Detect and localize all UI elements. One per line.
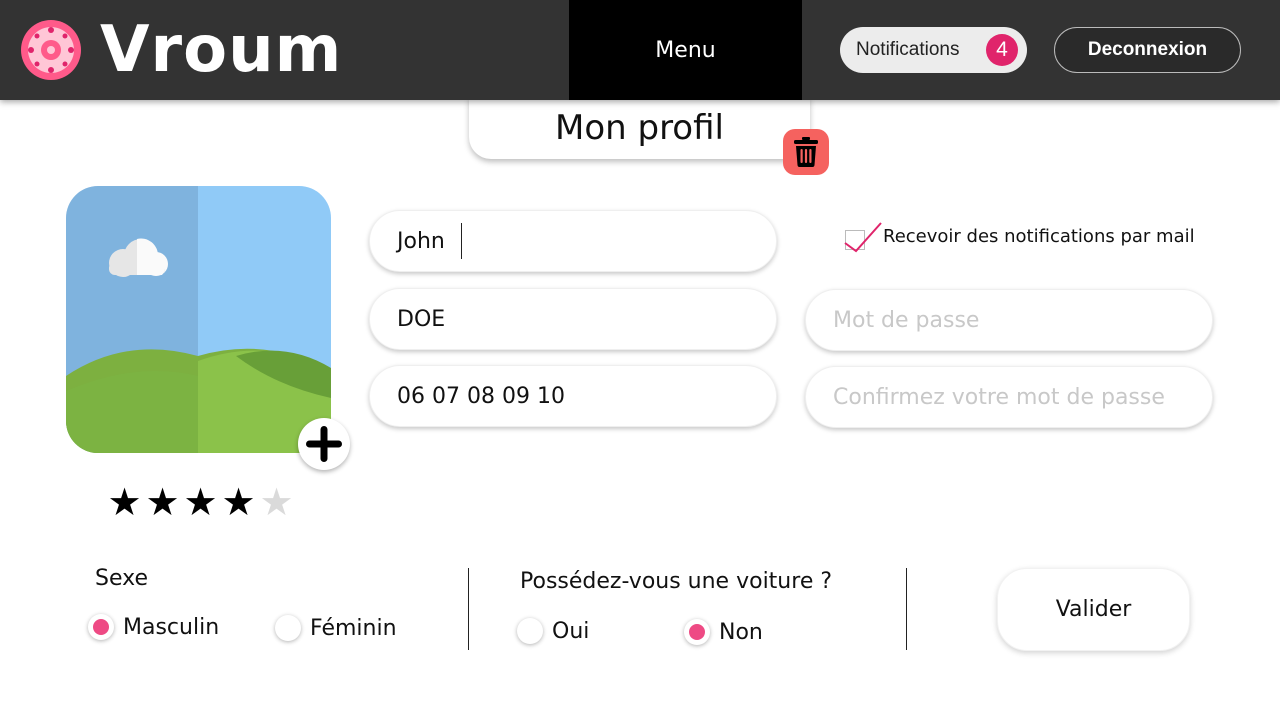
confirm-password-input[interactable]: [833, 384, 1212, 410]
user-rating: ★ ★ ★ ★ ★: [106, 480, 295, 524]
brand-name: Vroum: [100, 13, 343, 87]
radio-oui[interactable]: Oui: [517, 618, 589, 644]
page-title: Mon profil: [555, 107, 724, 148]
menu-button[interactable]: Menu: [569, 0, 802, 100]
text-cursor: [460, 223, 462, 259]
email-notifications-checkbox[interactable]: Recevoir des notifications par mail: [844, 222, 1195, 253]
checkmark-icon: [844, 222, 882, 253]
last-name-field[interactable]: DOE: [369, 288, 777, 350]
radio-label: Oui: [552, 618, 590, 644]
confirm-password-field[interactable]: [805, 366, 1213, 428]
add-photo-button[interactable]: [298, 418, 350, 470]
notifications-count-badge: 4: [986, 34, 1018, 66]
wheel-logo-icon[interactable]: [20, 19, 82, 81]
radio-indicator[interactable]: [88, 614, 114, 640]
star-filled-icon: ★: [221, 480, 256, 524]
first-name-field[interactable]: John: [369, 210, 777, 272]
star-empty-icon: ★: [259, 480, 294, 524]
password-input[interactable]: [833, 307, 1212, 333]
star-filled-icon: ★: [145, 480, 180, 524]
phone-field[interactable]: 06 07 08 09 10: [369, 365, 777, 427]
logout-button[interactable]: Deconnexion: [1054, 27, 1241, 73]
password-field[interactable]: [805, 289, 1213, 351]
star-filled-icon: ★: [183, 480, 218, 524]
radio-indicator[interactable]: [517, 618, 543, 644]
notifications-label: Notifications: [856, 39, 960, 60]
radio-indicator[interactable]: [275, 615, 301, 641]
email-notifications-label: Recevoir des notifications par mail: [883, 225, 1195, 247]
delete-account-button[interactable]: [783, 129, 829, 175]
plus-icon: [306, 426, 342, 462]
checkbox[interactable]: [844, 222, 882, 253]
notifications-button[interactable]: Notifications 4: [840, 27, 1027, 73]
radio-label: Masculin: [123, 614, 220, 640]
phone-value: 06 07 08 09 10: [397, 383, 565, 409]
radio-masculin[interactable]: Masculin: [88, 614, 219, 640]
star-filled-icon: ★: [107, 480, 142, 524]
image-placeholder-icon: [66, 186, 331, 453]
radio-feminin[interactable]: Féminin: [275, 615, 397, 641]
car-question-label: Possédez-vous une voiture ?: [520, 569, 833, 594]
submit-button[interactable]: Valider: [997, 568, 1190, 651]
radio-label: Féminin: [310, 615, 397, 641]
page-title-card: Mon profil: [469, 96, 810, 159]
radio-non[interactable]: Non: [684, 619, 763, 645]
divider: [468, 568, 469, 650]
last-name-value: DOE: [397, 306, 446, 332]
top-bar: Vroum Menu Notifications 4 Deconnexion: [0, 0, 1280, 100]
radio-indicator[interactable]: [684, 619, 710, 645]
profile-picture: [66, 186, 331, 453]
divider: [906, 568, 907, 650]
gender-label: Sexe: [95, 566, 148, 591]
radio-label: Non: [719, 619, 763, 645]
first-name-value: John: [397, 228, 445, 254]
trash-icon: [794, 137, 818, 167]
